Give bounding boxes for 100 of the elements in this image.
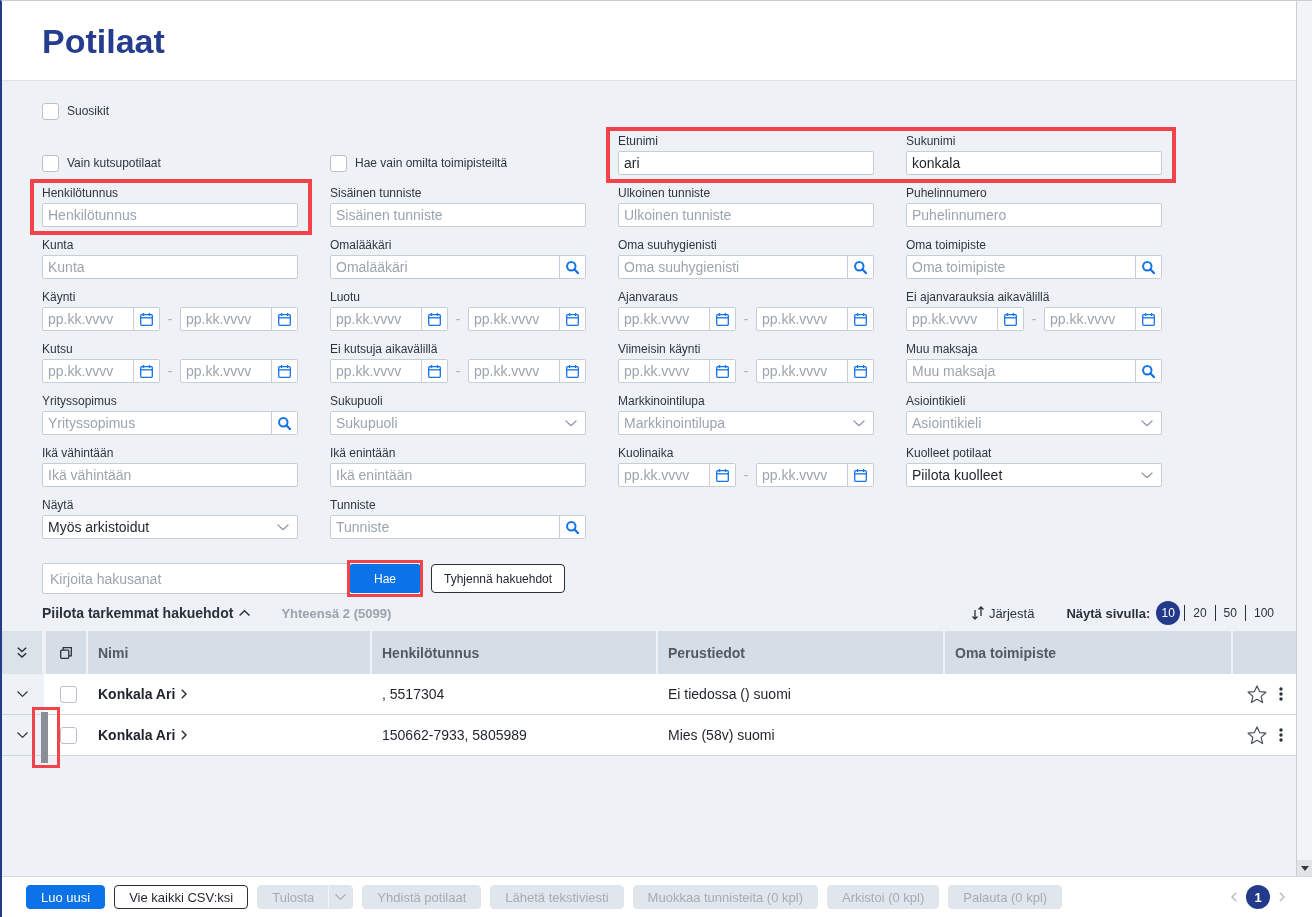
text-field[interactable]: Kunta [42, 255, 298, 279]
search-button[interactable] [559, 256, 585, 278]
field-label: Oma suuhygienisti [618, 238, 718, 252]
calendar-button[interactable] [709, 360, 735, 382]
calendar-button[interactable] [421, 360, 447, 382]
clear-filters-button[interactable]: Tyhjennä hakuehdot [431, 564, 566, 593]
text-field[interactable]: ari [618, 151, 874, 175]
dropdown-field[interactable]: Sukupuoli [330, 411, 586, 435]
field-label: Kutsu [42, 342, 74, 356]
range-separator: - [455, 363, 461, 379]
patient-name-link[interactable]: Konkala Ari [98, 727, 188, 743]
calendar-button[interactable] [133, 308, 159, 330]
dropdown-field[interactable]: Markkinointilupa [618, 411, 874, 435]
checkbox[interactable] [330, 154, 347, 172]
calendar-button[interactable] [1135, 308, 1161, 330]
date-field[interactable]: pp.kk.vvvv [756, 359, 874, 383]
text-field[interactable]: Ikä enintään [330, 463, 586, 487]
checkbox[interactable] [42, 154, 59, 172]
date-field[interactable]: pp.kk.vvvv [42, 359, 160, 383]
calendar-icon [566, 364, 579, 378]
date-field[interactable]: pp.kk.vvvv [756, 463, 874, 487]
date-field[interactable]: pp.kk.vvvv [180, 359, 298, 383]
calendar-button[interactable] [271, 308, 297, 330]
action-button[interactable]: Vie kaikki CSV:ksi [114, 885, 249, 909]
date-field[interactable]: pp.kk.vvvv [618, 359, 736, 383]
field-label: Puhelinnumero [906, 186, 988, 200]
date-field[interactable]: pp.kk.vvvv [618, 307, 736, 331]
page-size-option[interactable]: 50 [1214, 605, 1245, 621]
date-field[interactable]: pp.kk.vvvv [468, 359, 586, 383]
page-size-option[interactable]: 10 [1156, 601, 1181, 625]
field-label: Oma toimipiste [906, 238, 988, 252]
date-field[interactable]: pp.kk.vvvv [756, 307, 874, 331]
field-label: Ikä vähintään [42, 446, 115, 460]
checkbox[interactable] [42, 102, 59, 120]
calendar-button[interactable] [847, 464, 873, 486]
checkbox-label: Vain kutsupotilaat [67, 156, 161, 170]
patient-name-link[interactable]: Konkala Ari [98, 686, 188, 702]
search-field[interactable]: Tunniste [330, 515, 586, 539]
action-button[interactable]: Luo uusi [26, 885, 106, 909]
calendar-button[interactable] [709, 464, 735, 486]
date-field[interactable]: pp.kk.vvvv [906, 307, 1024, 331]
page-size-option[interactable]: 20 [1184, 605, 1215, 621]
date-field[interactable]: pp.kk.vvvv [468, 307, 586, 331]
search-field[interactable]: Oma toimipiste [906, 255, 1162, 279]
page-button[interactable]: 1 [1246, 885, 1270, 909]
text-field[interactable]: konkala [906, 151, 1162, 175]
vertical-dots-icon [1279, 728, 1283, 742]
field-label: Luotu [330, 290, 362, 304]
calendar-button[interactable] [271, 360, 297, 382]
checkbox[interactable] [59, 685, 77, 703]
text-field[interactable]: Ikä vähintään [42, 463, 298, 487]
search-field[interactable]: Omalääkäri [330, 255, 586, 279]
copy-icon [60, 646, 72, 659]
date-field[interactable]: pp.kk.vvvv [1044, 307, 1162, 331]
text-field[interactable]: Ulkoinen tunniste [618, 203, 874, 227]
search-button[interactable] [271, 412, 297, 434]
search-button[interactable] [559, 516, 585, 538]
date-field[interactable]: pp.kk.vvvv [42, 307, 160, 331]
calendar-icon [716, 312, 729, 326]
chevron-down-icon [565, 419, 577, 427]
dropdown-field[interactable]: Asiointikieli [906, 411, 1162, 435]
dropdown-field[interactable]: Myös arkistoidut [42, 515, 298, 539]
field-label: Sukupuoli [330, 394, 384, 408]
search-icon [566, 260, 579, 274]
search-field[interactable]: Oma suuhygienisti [618, 255, 874, 279]
more-options-button[interactable] [1276, 725, 1286, 745]
calendar-button[interactable] [421, 308, 447, 330]
search-button[interactable] [847, 256, 873, 278]
search-field[interactable]: Muu maksaja [906, 359, 1162, 383]
more-options-button[interactable] [1276, 684, 1286, 704]
date-field[interactable]: pp.kk.vvvv [330, 307, 448, 331]
search-field[interactable]: Yrityssopimus [42, 411, 298, 435]
expand-all-button[interactable] [14, 644, 30, 661]
date-field[interactable]: pp.kk.vvvv [180, 307, 298, 331]
toggle-filters-button[interactable]: Piilota tarkemmat hakuehdot [42, 605, 251, 621]
calendar-button[interactable] [133, 360, 159, 382]
field-label: Käynti [42, 290, 77, 304]
sort-button[interactable]: Järjestä [970, 605, 1035, 621]
calendar-button[interactable] [847, 360, 873, 382]
scrollbar[interactable] [1296, 1, 1312, 876]
sort-arrows-icon [970, 606, 985, 620]
search-field[interactable]: Kirjoita hakusanat [42, 563, 348, 594]
calendar-button[interactable] [847, 308, 873, 330]
text-field[interactable]: Sisäinen tunniste [330, 203, 586, 227]
calendar-button[interactable] [559, 360, 585, 382]
field-label: Yrityssopimus [42, 394, 118, 408]
field-label: Sukunimi [906, 134, 957, 148]
dropdown-field[interactable]: Piilota kuolleet [906, 463, 1162, 487]
range-separator: - [167, 363, 173, 379]
search-button[interactable]: Hae [350, 564, 420, 593]
date-field[interactable]: pp.kk.vvvv [330, 359, 448, 383]
date-field[interactable]: pp.kk.vvvv [618, 463, 736, 487]
text-field[interactable]: Henkilötunnus [42, 203, 298, 227]
search-button[interactable] [1135, 360, 1161, 382]
text-field[interactable]: Puhelinnumero [906, 203, 1162, 227]
calendar-button[interactable] [559, 308, 585, 330]
search-button[interactable] [1135, 256, 1161, 278]
calendar-button[interactable] [709, 308, 735, 330]
page-size-option[interactable]: 100 [1244, 605, 1282, 621]
calendar-button[interactable] [997, 308, 1023, 330]
